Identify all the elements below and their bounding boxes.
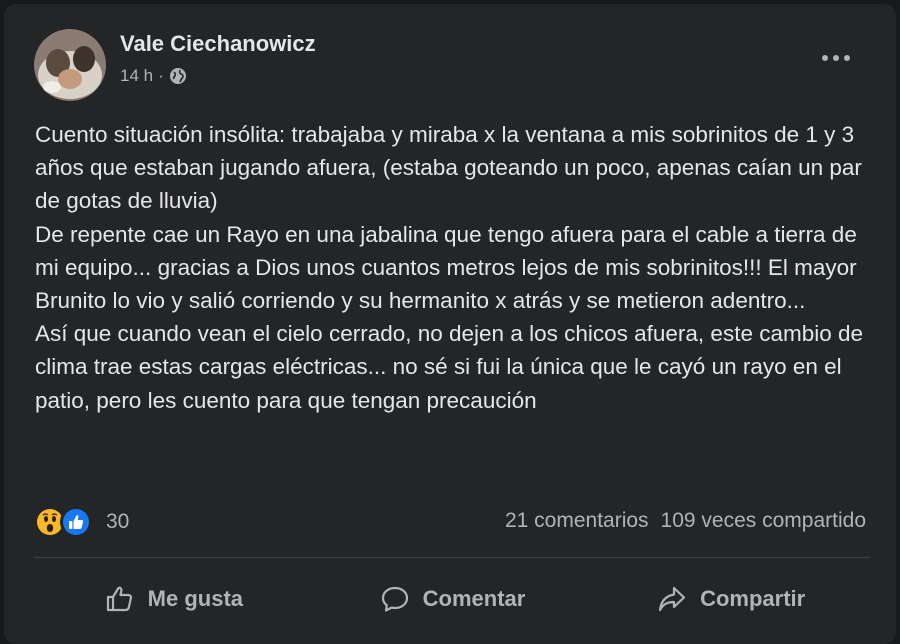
post-card: Vale Ciechanowicz 14 h · Cuento situació…	[4, 4, 896, 644]
comments-count[interactable]: 21 comentarios	[505, 509, 649, 533]
reactions-summary[interactable]: 30	[34, 506, 129, 538]
comment-icon	[381, 586, 408, 612]
post-meta: 14 h ·	[120, 66, 187, 86]
post-paragraph: Cuento situación insólita: trabajaba y m…	[35, 122, 862, 214]
comment-label: Comentar	[422, 586, 526, 611]
post-paragraph: De repente cae un Rayo en una jabalina q…	[35, 221, 857, 314]
globe-icon	[169, 67, 187, 85]
share-label: Compartir	[700, 586, 806, 611]
more-dots-icon	[822, 55, 850, 61]
reaction-count: 30	[106, 510, 130, 533]
thumbs-up-icon	[106, 586, 132, 612]
more-options-button[interactable]	[812, 38, 860, 78]
share-icon	[659, 586, 686, 612]
shares-count[interactable]: 109 veces compartido	[661, 509, 866, 533]
meta-separator: ·	[158, 66, 164, 85]
share-button[interactable]: Compartir	[591, 570, 870, 628]
post-time[interactable]: 14 h	[120, 66, 153, 86]
post-paragraph: Así que cuando vean el cielo cerrado, no…	[35, 321, 864, 413]
like-reaction-icon	[60, 506, 92, 538]
like-button[interactable]: Me gusta	[34, 570, 313, 628]
like-label: Me gusta	[147, 586, 244, 611]
author-name[interactable]: Vale Ciechanowicz	[120, 31, 316, 57]
avatar-photo	[34, 29, 106, 101]
action-bar: Me gusta Comentar Compartir	[34, 570, 870, 628]
avatar[interactable]	[34, 29, 106, 101]
post-text: Cuento situación insólita: trabajaba y m…	[35, 118, 865, 417]
divider	[34, 557, 870, 558]
post-stats: 21 comentarios 109 veces compartido	[505, 509, 866, 533]
comment-button[interactable]: Comentar	[313, 570, 592, 628]
